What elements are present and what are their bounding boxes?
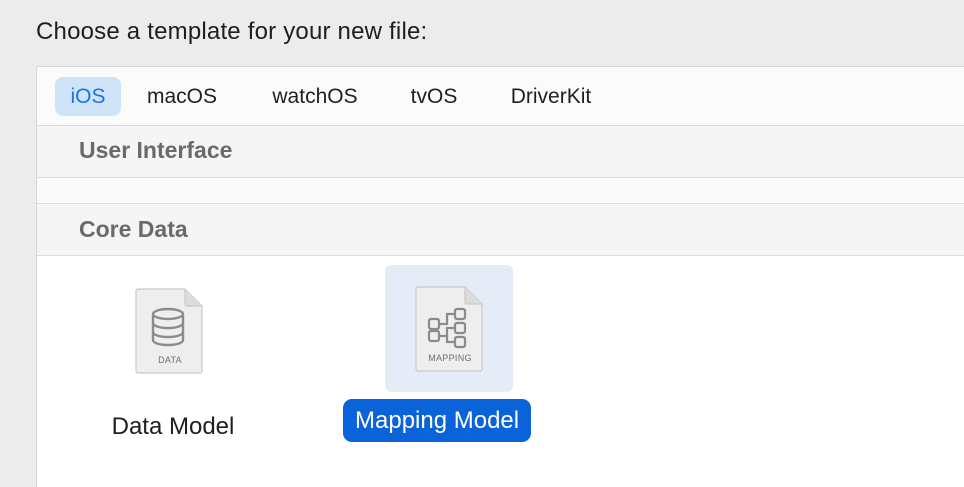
template-chooser-panel: iOS macOS watchOS tvOS DriverKit User In… bbox=[36, 66, 964, 487]
template-item-mapping-model[interactable]: MAPPING Mapping Model bbox=[343, 265, 555, 465]
tab-macos-label: macOS bbox=[146, 85, 217, 108]
tab-tvos-label: tvOS bbox=[410, 85, 458, 108]
document-icon-label: MAPPING bbox=[428, 353, 472, 363]
mapping-document-icon: MAPPING bbox=[415, 285, 485, 373]
tab-watchos[interactable]: watchOS bbox=[259, 77, 371, 116]
tab-tvos[interactable]: tvOS bbox=[397, 77, 471, 116]
section-divider bbox=[37, 178, 964, 204]
template-name: Data Model bbox=[111, 413, 235, 440]
template-prompt: Choose a template for your new file: bbox=[36, 18, 428, 45]
platform-tab-bar: iOS macOS watchOS tvOS DriverKit bbox=[37, 67, 964, 126]
tab-macos[interactable]: macOS bbox=[137, 77, 227, 116]
database-document-icon: DATA bbox=[135, 287, 205, 375]
template-item-data-model[interactable]: DATA Data Model bbox=[93, 265, 253, 465]
section-header-core-data: Core Data bbox=[37, 204, 964, 256]
section-title: User Interface bbox=[79, 137, 233, 163]
tab-ios-label: iOS bbox=[70, 85, 106, 108]
section-title: Core Data bbox=[79, 216, 188, 242]
tab-driverkit[interactable]: DriverKit bbox=[495, 77, 607, 116]
section-header-user-interface: User Interface bbox=[37, 126, 964, 178]
tab-ios[interactable]: iOS bbox=[55, 77, 121, 116]
document-icon-label: DATA bbox=[158, 355, 182, 365]
tab-driverkit-label: DriverKit bbox=[510, 85, 592, 108]
tab-watchos-label: watchOS bbox=[272, 85, 358, 108]
template-name: Mapping Model bbox=[343, 399, 532, 442]
